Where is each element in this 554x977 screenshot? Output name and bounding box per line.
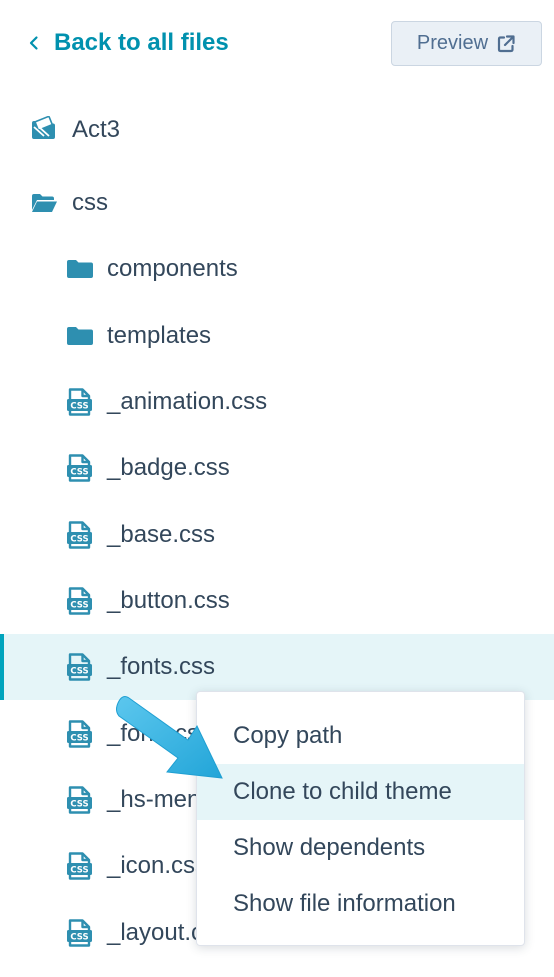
css-file-icon: CSS xyxy=(66,653,94,681)
menu-item-show-file-information[interactable]: Show file information xyxy=(197,876,524,932)
menu-item-copy-path[interactable]: Copy path xyxy=(197,708,524,764)
svg-text:CSS: CSS xyxy=(70,535,88,545)
css-file-icon: CSS xyxy=(66,454,94,482)
context-menu: Copy path Clone to child theme Show depe… xyxy=(196,691,525,946)
tree-item-label: _animation.css xyxy=(107,388,268,415)
tree-item-label: _button.css xyxy=(107,587,230,614)
theme-folder-icon xyxy=(30,115,58,144)
tree-item[interactable]: CSS _button.css xyxy=(0,568,554,634)
chevron-left-icon xyxy=(29,36,38,50)
tree-item[interactable]: CSS _animation.css xyxy=(0,369,554,435)
tree-item-label: _badge.css xyxy=(107,454,230,481)
editor-header: Back to all files Preview xyxy=(0,0,554,90)
svg-text:CSS: CSS xyxy=(70,667,88,677)
css-file-icon: CSS xyxy=(66,786,94,814)
tree-item[interactable]: components xyxy=(0,236,554,302)
tree-item-label: templates xyxy=(107,322,212,349)
tree-item[interactable]: css xyxy=(0,170,554,236)
svg-text:CSS: CSS xyxy=(70,800,88,810)
css-file-icon: CSS xyxy=(66,521,94,549)
tree-item[interactable]: templates xyxy=(0,303,554,369)
preview-button-label: Preview xyxy=(416,32,489,54)
css-file-icon: CSS xyxy=(66,919,94,947)
external-link-icon xyxy=(497,34,515,52)
svg-text:CSS: CSS xyxy=(70,734,88,744)
tree-item-label: components xyxy=(107,255,238,282)
tree-item-label: css xyxy=(72,189,108,216)
css-file-icon: CSS xyxy=(66,587,94,615)
tree-item-label: Act3 xyxy=(72,116,121,143)
svg-text:CSS: CSS xyxy=(70,933,88,943)
preview-button[interactable]: Preview xyxy=(391,21,542,66)
svg-text:CSS: CSS xyxy=(70,468,88,478)
back-link-label: Back to all files xyxy=(54,29,229,56)
tree-item[interactable]: CSS _base.css xyxy=(0,502,554,568)
back-to-all-files-link[interactable]: Back to all files xyxy=(26,24,229,62)
folder-icon xyxy=(66,255,94,283)
tree-item[interactable]: Act3 xyxy=(0,97,554,163)
folder-icon xyxy=(66,322,94,350)
tree-item-label: _base.css xyxy=(107,521,216,548)
menu-item-show-dependents[interactable]: Show dependents xyxy=(197,820,524,876)
svg-text:CSS: CSS xyxy=(70,866,88,876)
css-file-icon: CSS xyxy=(66,720,94,748)
css-file-icon: CSS xyxy=(66,388,94,416)
tree-item-label: _icon.css xyxy=(107,852,208,879)
svg-text:CSS: CSS xyxy=(70,601,88,611)
menu-item-clone-to-child-theme[interactable]: Clone to child theme xyxy=(197,764,524,820)
svg-text:CSS: CSS xyxy=(70,402,88,412)
tree-item[interactable]: CSS _badge.css xyxy=(0,435,554,501)
folder-open-icon xyxy=(30,189,58,217)
css-file-icon: CSS xyxy=(66,852,94,880)
